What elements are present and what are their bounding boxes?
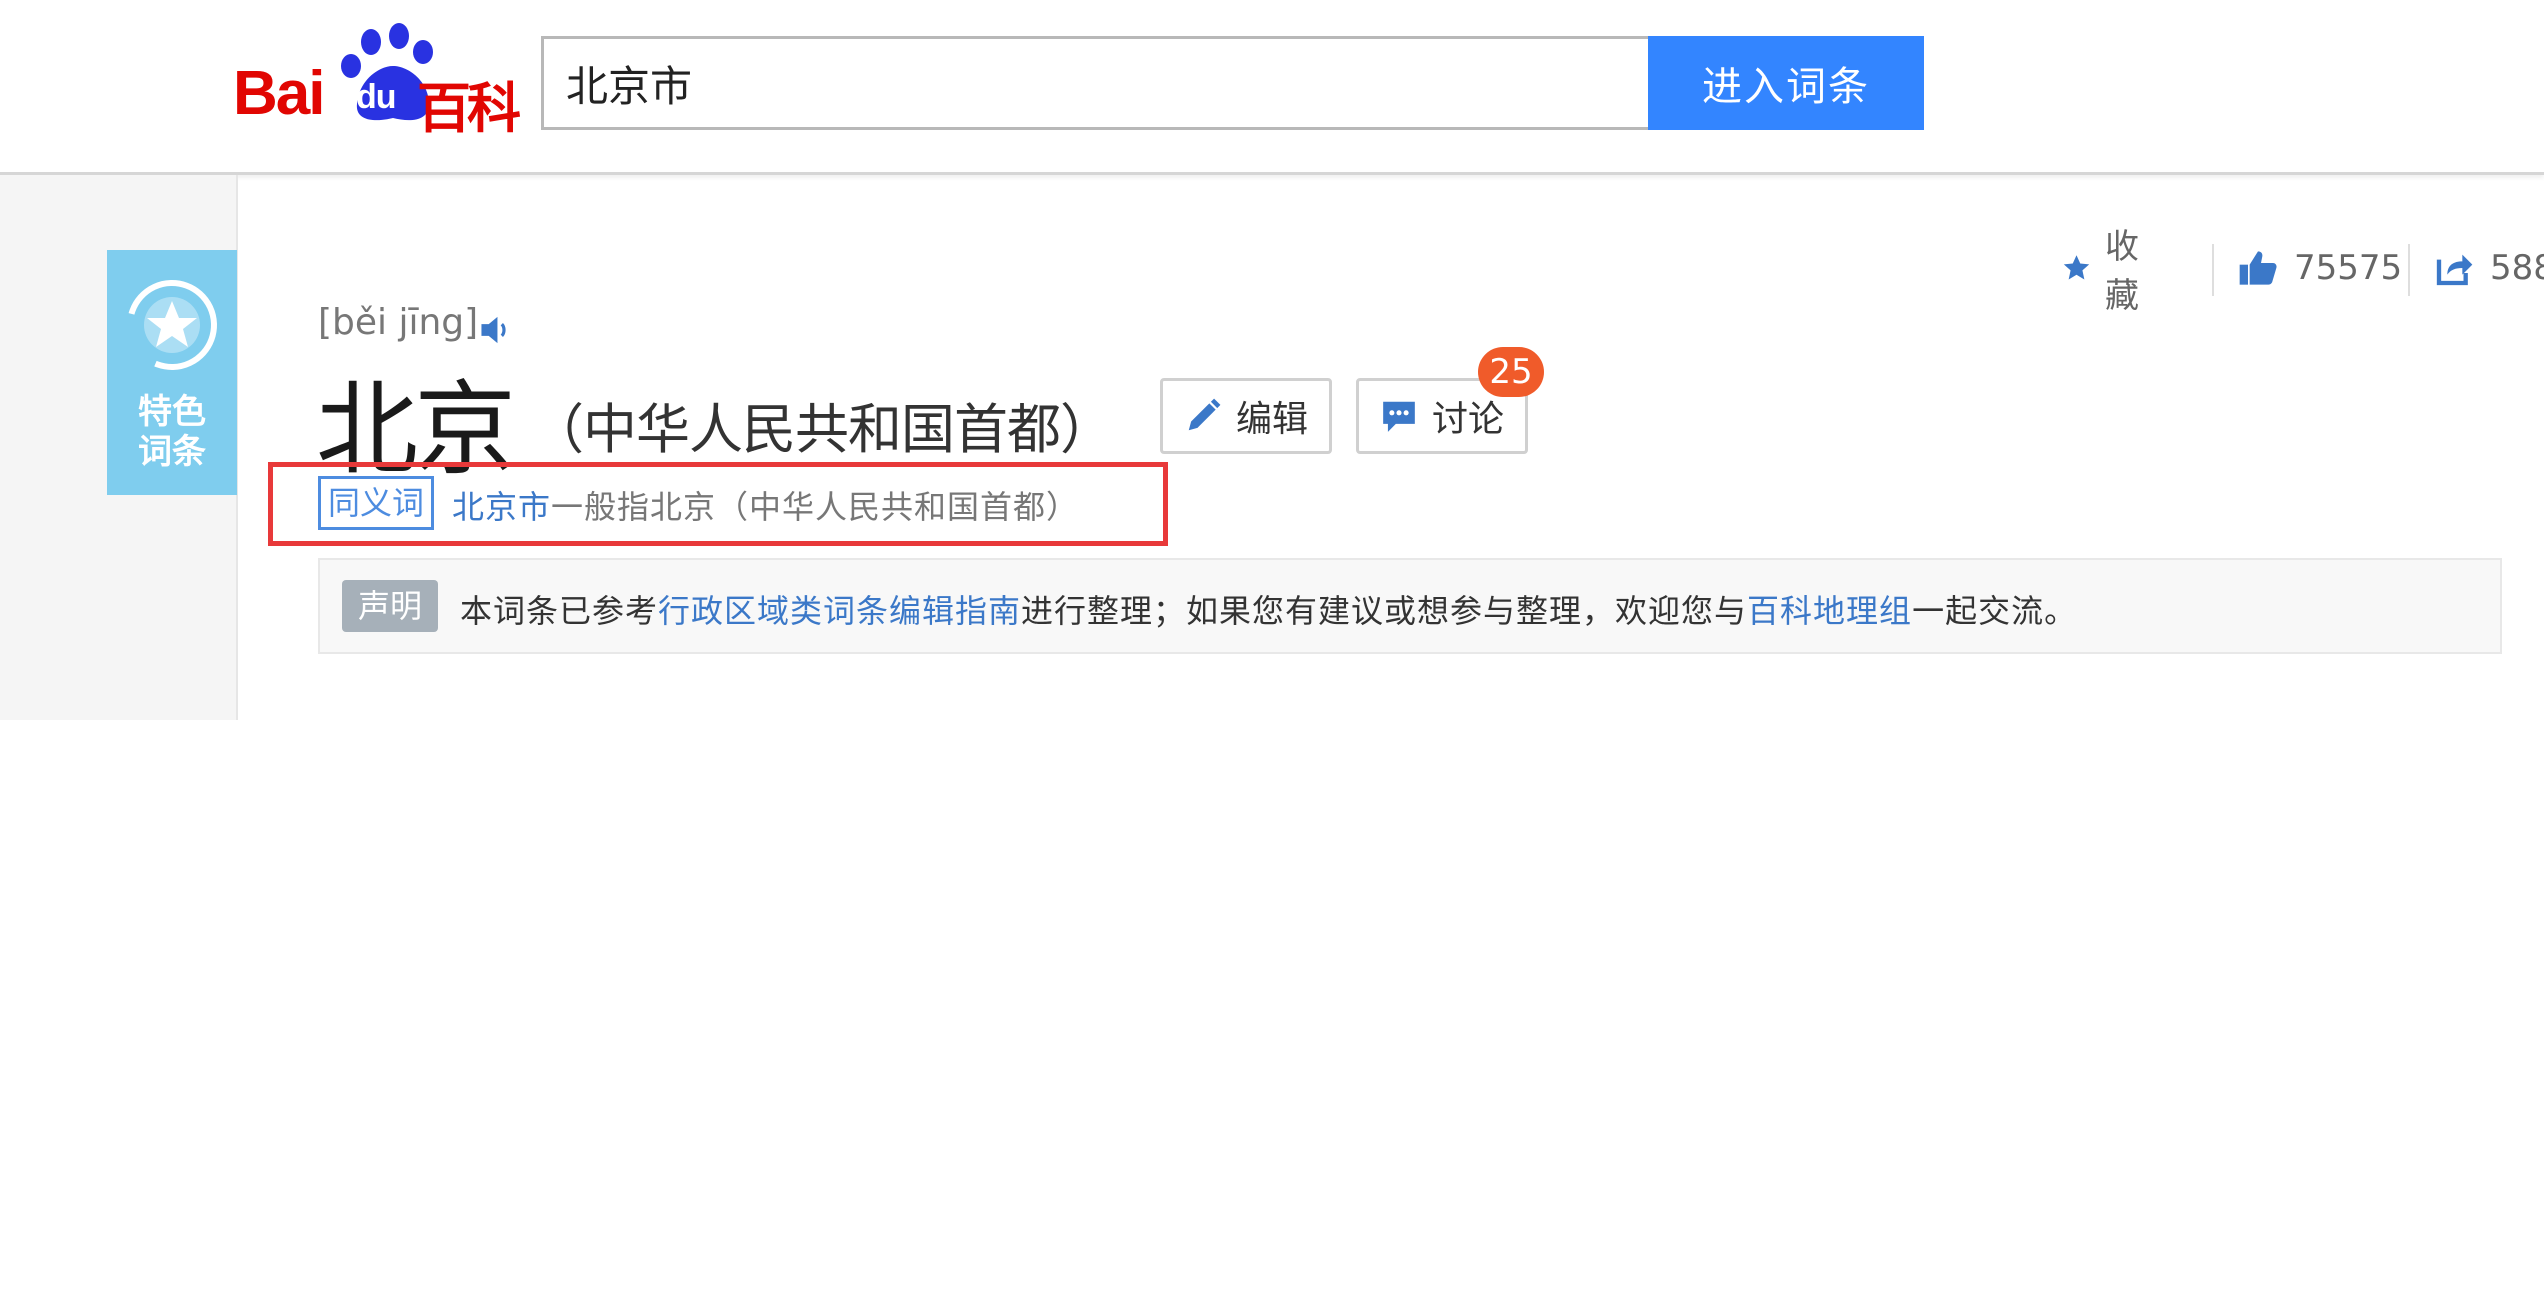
tool-divider bbox=[2212, 244, 2214, 296]
notice-text-middle: 进行整理；如果您有建议或想参与整理，欢迎您与 bbox=[1021, 592, 1748, 630]
star-icon bbox=[2063, 255, 2090, 280]
synonym-tag: 同义词 bbox=[318, 476, 434, 530]
thumbs-up-icon bbox=[2239, 251, 2277, 285]
favorite-label: 收藏 bbox=[2105, 227, 2140, 316]
enter-entry-button[interactable]: 进入词条 bbox=[1648, 36, 1924, 130]
share-button[interactable]: 588 bbox=[2434, 240, 2544, 296]
editing-guide-link[interactable]: 行政区域类词条编辑指南 bbox=[658, 592, 1021, 630]
notice-tag: 声明 bbox=[342, 580, 438, 632]
like-count: 75575 bbox=[2294, 248, 2403, 288]
like-button[interactable]: 75575 bbox=[2238, 240, 2402, 296]
star-badge-icon bbox=[127, 280, 217, 370]
notice-text-after: 一起交流。 bbox=[1912, 592, 2078, 630]
pencil-icon bbox=[1188, 398, 1221, 431]
featured-entry-label: 特色 词条 bbox=[107, 392, 237, 472]
logo-text-du: du bbox=[356, 78, 397, 116]
discuss-count-badge: 25 bbox=[1478, 347, 1544, 397]
discuss-label: 讨论 bbox=[1431, 399, 1504, 440]
synonym-text: 一般指北京（中华人民共和国首都） bbox=[551, 488, 1080, 526]
entry-subtitle: （中华人民共和国首都） bbox=[530, 398, 1114, 461]
logo-text-bai: Bai bbox=[233, 59, 325, 128]
notice-bar: 声明 本词条已参考行政区域类词条编辑指南进行整理；如果您有建议或想参与整理，欢迎… bbox=[318, 558, 2502, 654]
top-header: Bai du 百科 进入词条 bbox=[0, 0, 2544, 175]
notice-text: 本词条已参考行政区域类词条编辑指南进行整理；如果您有建议或想参与整理，欢迎您与百… bbox=[460, 586, 2077, 632]
share-icon bbox=[2436, 254, 2473, 286]
search-input[interactable] bbox=[544, 39, 1648, 127]
tool-divider bbox=[2408, 244, 2410, 296]
edit-label: 编辑 bbox=[1235, 399, 1308, 440]
chat-bubble-icon bbox=[1383, 401, 1415, 432]
notice-text-before: 本词条已参考 bbox=[460, 592, 659, 630]
featured-label-line1: 特色 bbox=[138, 392, 206, 432]
geography-group-link[interactable]: 百科地理组 bbox=[1747, 592, 1912, 630]
favorite-button[interactable]: 收藏 bbox=[2062, 227, 2152, 316]
search-box bbox=[541, 36, 1648, 130]
logo-text-baike: 百科 bbox=[417, 77, 521, 140]
share-count: 588 bbox=[2490, 248, 2544, 288]
edit-button[interactable]: 编辑 bbox=[1160, 378, 1332, 454]
speaker-icon[interactable] bbox=[478, 314, 514, 346]
featured-label-line2: 词条 bbox=[138, 432, 206, 472]
synonym-link[interactable]: 北京市 bbox=[452, 488, 551, 526]
baidu-baike-logo[interactable]: Bai du 百科 bbox=[233, 22, 523, 140]
featured-entry-tag[interactable]: 特色 词条 bbox=[107, 250, 237, 495]
pinyin-text: [běi jīng] bbox=[318, 302, 479, 343]
synonym-description: 北京市一般指北京（中华人民共和国首都） bbox=[452, 482, 1079, 528]
